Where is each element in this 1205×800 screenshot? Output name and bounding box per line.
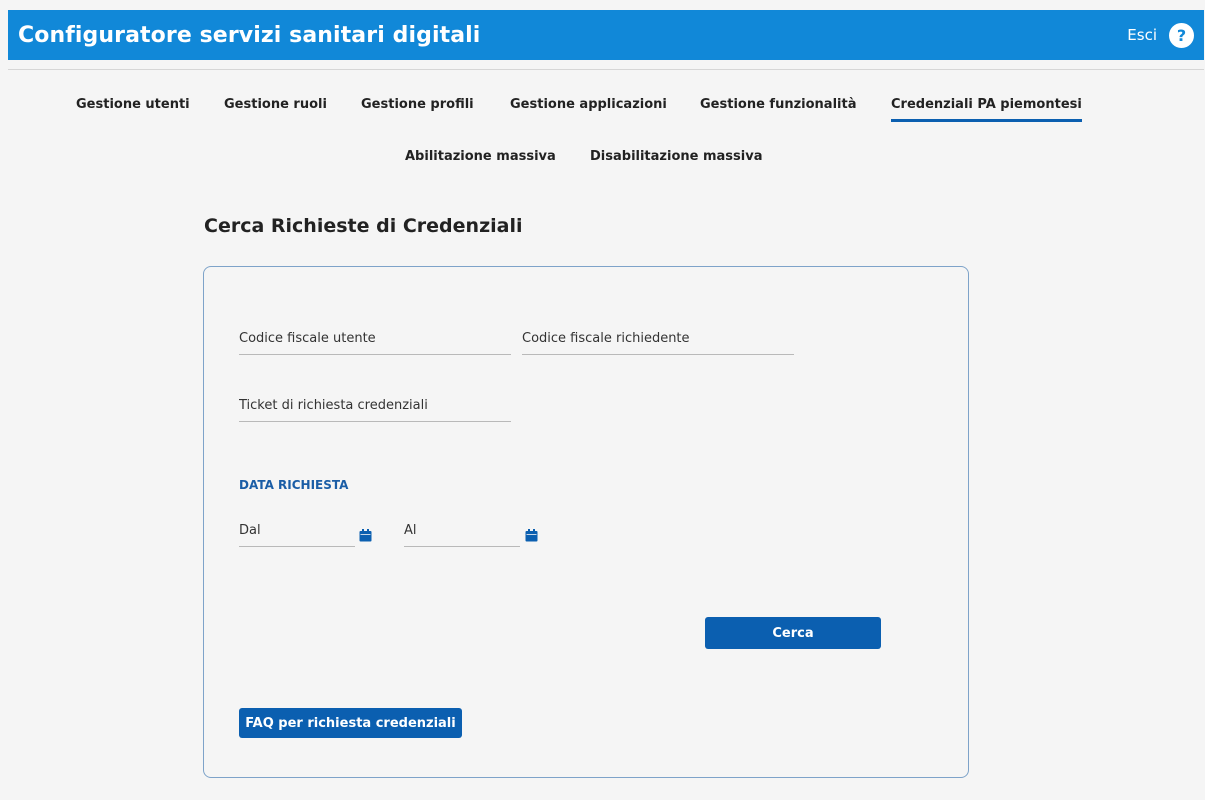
secondary-nav: Abilitazione massiva Disabilitazione mas…	[0, 149, 1205, 179]
cf-richiedente-field	[522, 331, 794, 355]
header-actions: Esci ?	[1127, 22, 1194, 48]
help-icon[interactable]: ?	[1169, 22, 1194, 48]
ticket-field	[239, 398, 511, 422]
primary-nav: Gestione utenti Gestione ruoli Gestione …	[0, 97, 1205, 127]
search-card: DATA RICHIESTA Cerca FAQ per richiesta c…	[203, 266, 969, 778]
nav-item-disabilitazione-massiva[interactable]: Disabilitazione massiva	[590, 149, 762, 164]
page-title: Cerca Richieste di Credenziali	[204, 215, 523, 237]
date-to-input[interactable]	[404, 523, 520, 538]
app-header: Configuratore servizi sanitari digitali …	[8, 10, 1204, 60]
cf-richiedente-input[interactable]	[522, 331, 794, 346]
header-divider	[8, 69, 1204, 70]
app-title: Configuratore servizi sanitari digitali	[18, 22, 481, 48]
ticket-input[interactable]	[239, 398, 511, 413]
date-from-input[interactable]	[239, 523, 355, 538]
nav-item-gestione-funzionalita[interactable]: Gestione funzionalità	[700, 97, 856, 112]
calendar-icon[interactable]	[359, 529, 372, 542]
faq-button[interactable]: FAQ per richiesta credenziali	[239, 708, 462, 738]
logout-link[interactable]: Esci	[1127, 26, 1157, 44]
calendar-icon[interactable]	[525, 529, 538, 542]
date-section-label: DATA RICHIESTA	[239, 478, 349, 492]
nav-item-gestione-ruoli[interactable]: Gestione ruoli	[224, 97, 327, 112]
nav-item-credenziali-pa-piemontesi[interactable]: Credenziali PA piemontesi	[891, 97, 1082, 122]
cf-utente-field	[239, 331, 511, 355]
date-from-field	[239, 523, 355, 547]
nav-item-gestione-applicazioni[interactable]: Gestione applicazioni	[510, 97, 667, 112]
search-button[interactable]: Cerca	[705, 617, 881, 649]
nav-item-gestione-utenti[interactable]: Gestione utenti	[76, 97, 190, 112]
cf-utente-input[interactable]	[239, 331, 511, 346]
date-to-field	[404, 523, 520, 547]
nav-item-gestione-profili[interactable]: Gestione profili	[361, 97, 474, 112]
nav-item-abilitazione-massiva[interactable]: Abilitazione massiva	[405, 149, 556, 164]
